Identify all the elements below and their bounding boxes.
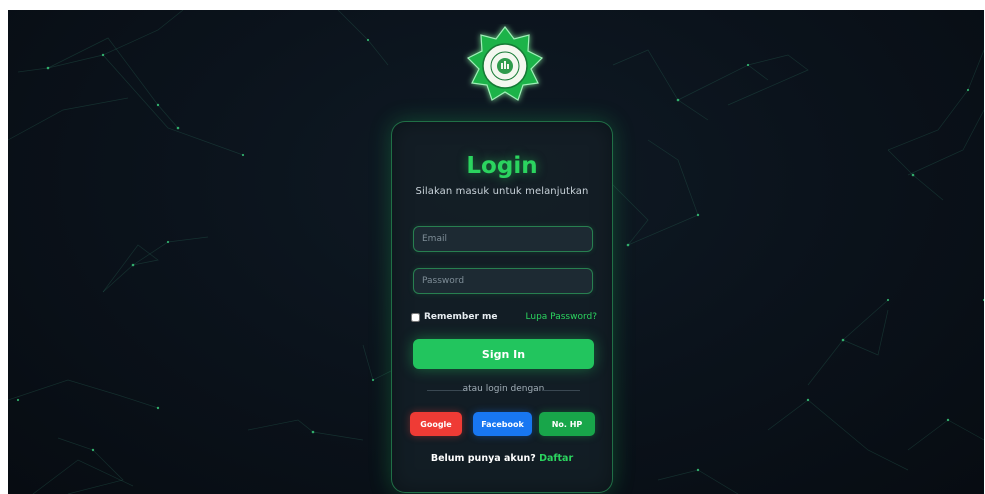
phone-login-button[interactable]: No. HP: [539, 412, 595, 436]
signup-prompt-row: Belum punya akun? Daftar: [392, 453, 612, 464]
google-login-button[interactable]: Google: [410, 412, 462, 436]
remember-me-label[interactable]: Remember me: [424, 312, 498, 322]
password-input[interactable]: [413, 268, 593, 294]
institution-seal-icon: [466, 26, 544, 101]
divider-line-right: [542, 390, 580, 391]
divider-text: atau login dengan: [462, 384, 545, 394]
login-divider: atau login dengan: [413, 384, 594, 396]
login-title: Login: [466, 153, 538, 179]
signup-link[interactable]: Daftar: [539, 453, 573, 464]
remember-row: Remember me Lupa Password?: [411, 311, 597, 325]
login-subtitle: Silakan masuk untuk melanjutkan: [415, 186, 589, 197]
email-input[interactable]: [413, 226, 593, 252]
login-card: Login Silakan masuk untuk melanjutkan Re…: [391, 121, 613, 493]
sign-in-button[interactable]: Sign In: [413, 339, 594, 369]
facebook-login-button[interactable]: Facebook: [473, 412, 532, 436]
remember-me-checkbox[interactable]: [411, 313, 420, 322]
page-background: Login Silakan masuk untuk melanjutkan Re…: [8, 10, 984, 494]
forgot-password-link[interactable]: Lupa Password?: [526, 312, 597, 322]
signup-prompt: Belum punya akun?: [430, 453, 536, 464]
